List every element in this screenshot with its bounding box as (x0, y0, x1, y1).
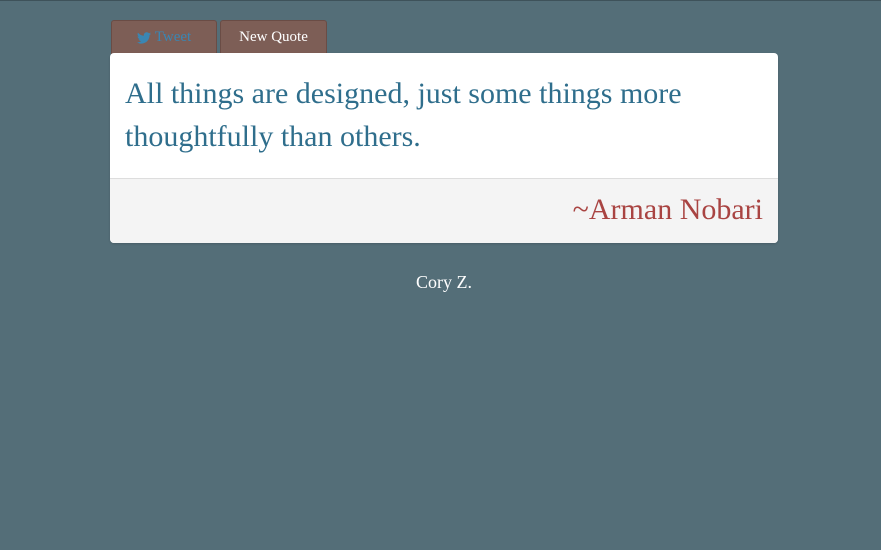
quote-card: All things are designed, just some thing… (110, 53, 778, 243)
twitter-bird-icon (136, 31, 151, 44)
footer-credit: Cory Z. (416, 272, 472, 292)
tweet-button[interactable]: Tweet (111, 20, 217, 54)
quote-author: ~Arman Nobari (572, 193, 763, 226)
new-quote-button[interactable]: New Quote (220, 20, 327, 54)
tweet-label: Tweet (154, 29, 192, 45)
quote-footer: ~Arman Nobari (110, 179, 778, 243)
action-buttons: Tweet New Quote (111, 20, 327, 54)
new-quote-label: New Quote (239, 29, 308, 45)
quote-body: All things are designed, just some thing… (110, 53, 778, 179)
quote-text: All things are designed, just some thing… (125, 77, 682, 153)
